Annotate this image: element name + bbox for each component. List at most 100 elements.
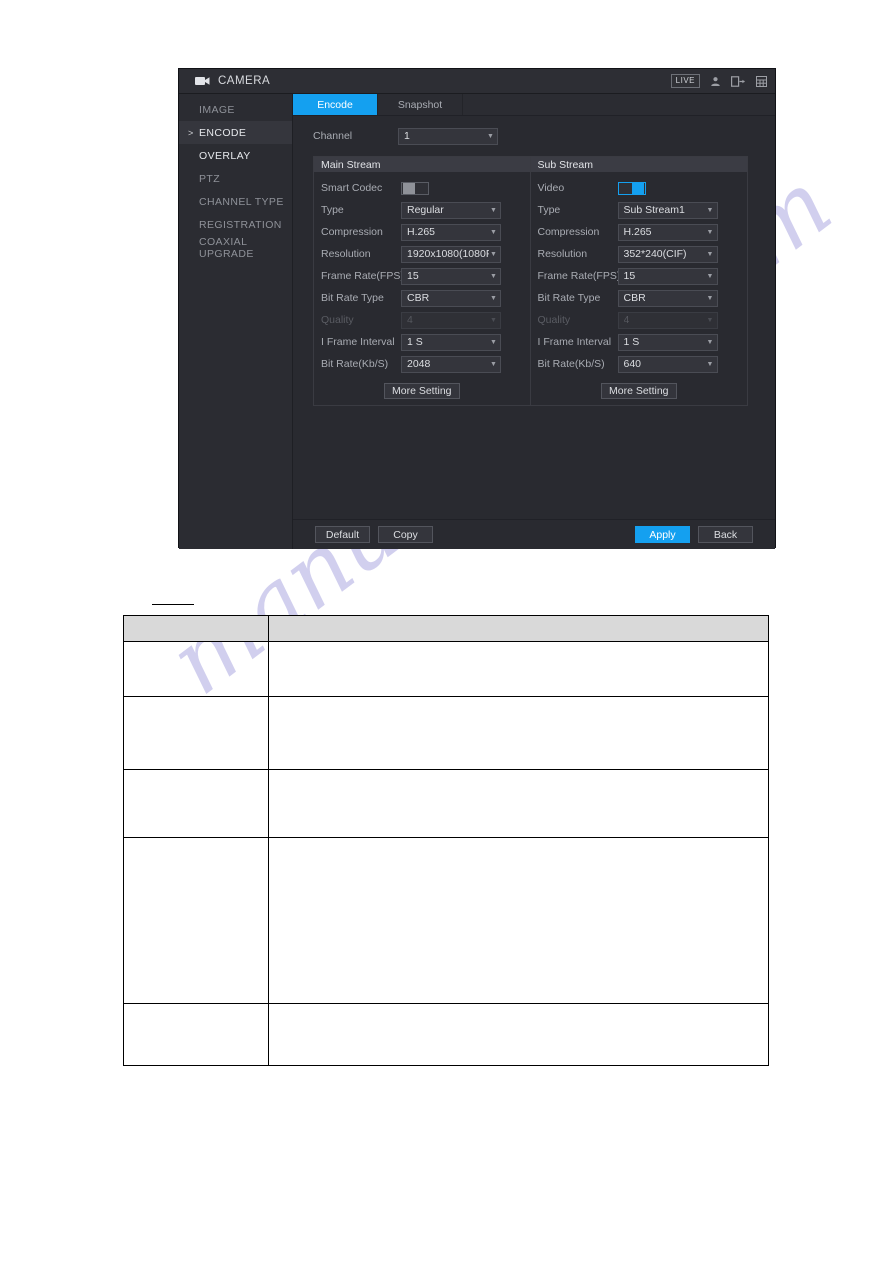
chevron-down-icon: ▼ xyxy=(490,272,497,280)
sidebar-item-label: COAXIAL UPGRADE xyxy=(199,235,254,260)
sub-type-select[interactable]: Sub Stream1 ▼ xyxy=(617,201,718,219)
sidebar-item-ptz[interactable]: PTZ xyxy=(179,167,292,190)
sub-compression-select[interactable]: H.265 ▼ xyxy=(617,223,718,241)
tab-snapshot[interactable]: Snapshot xyxy=(378,94,463,115)
main-bit-rate-type-select[interactable]: CBR ▼ xyxy=(401,289,501,307)
chevron-down-icon: ▼ xyxy=(706,206,714,214)
chevron-down-icon: ▼ xyxy=(706,250,714,258)
main-bit-rate-row: Bit Rate(Kb/S) 2048 ▼ xyxy=(314,353,530,375)
main-bit-rate-type-value: CBR xyxy=(407,292,430,304)
channel-select[interactable]: 1 ▼ xyxy=(398,127,498,145)
window-body: IMAGE > ENCODE OVERLAY PTZ CHANNEL TYPE … xyxy=(179,94,775,549)
main-resolution-value: 1920x1080(1080P) xyxy=(407,248,489,260)
table-cell-parameter xyxy=(123,769,269,838)
caption-rule xyxy=(152,604,194,605)
sub-stream-fields: Video Type Sub Stream1 ▼ Compression H.2… xyxy=(531,172,748,405)
chevron-down-icon: ▼ xyxy=(706,360,714,368)
sub-resolution-select[interactable]: 352*240(CIF) ▼ xyxy=(617,245,718,263)
main-type-select[interactable]: Regular ▼ xyxy=(401,201,501,219)
camera-settings-window: CAMERA LIVE IMAGE > ENCODE OVERLAY PTZ C… xyxy=(178,68,776,549)
copy-button[interactable]: Copy xyxy=(378,526,433,543)
main-compression-select[interactable]: H.265 ▼ xyxy=(401,223,501,241)
sidebar-item-coaxial-upgrade[interactable]: COAXIAL UPGRADE xyxy=(179,235,292,260)
table-cell-description xyxy=(268,641,769,697)
main-more-setting-button[interactable]: More Setting xyxy=(383,383,460,399)
table-row xyxy=(123,769,769,838)
sidebar-item-label: IMAGE xyxy=(199,103,235,116)
main-frame-rate-select[interactable]: 15 ▼ xyxy=(401,267,501,285)
sub-quality-row: Quality 4 ▼ xyxy=(531,309,748,331)
chevron-down-icon: ▼ xyxy=(490,294,497,302)
main-bit-rate-type-row: Bit Rate Type CBR ▼ xyxy=(314,287,530,309)
tab-encode[interactable]: Encode xyxy=(293,94,378,115)
sub-bit-rate-select[interactable]: 640 ▼ xyxy=(617,355,718,373)
chevron-down-icon: ▼ xyxy=(490,206,497,214)
main-more-setting-row: More Setting xyxy=(314,375,530,399)
sidebar-item-channel-type[interactable]: CHANNEL TYPE xyxy=(179,190,292,213)
chevron-down-icon: ▼ xyxy=(706,338,714,346)
main-frame-rate-value: 15 xyxy=(407,270,419,282)
sub-compression-value: H.265 xyxy=(623,226,652,238)
table-row xyxy=(123,1003,769,1066)
main-stream-panel: Main Stream Smart Codec Type Regular ▼ C… xyxy=(314,157,531,405)
tab-label: Snapshot xyxy=(397,98,443,111)
main-quality-row: Quality 4 ▼ xyxy=(314,309,530,331)
channel-label: Channel xyxy=(313,130,353,142)
chevron-down-icon: ▼ xyxy=(487,132,494,140)
chevron-down-icon: ▼ xyxy=(490,360,497,368)
chevron-down-icon: ▼ xyxy=(490,338,497,346)
tab-bar: Encode Snapshot xyxy=(293,94,775,116)
main-bit-rate-select[interactable]: 2048 ▼ xyxy=(401,355,501,373)
sub-bit-rate-type-value: CBR xyxy=(623,292,646,304)
main-type-label: Type xyxy=(321,204,344,216)
sidebar-item-overlay[interactable]: OVERLAY xyxy=(179,144,292,167)
main-smart-codec-toggle[interactable] xyxy=(401,181,429,195)
user-icon[interactable] xyxy=(710,76,721,87)
sub-stream-header: Sub Stream xyxy=(530,157,747,172)
encode-panel: Channel 1 ▼ Main Stream Smart Codec Type… xyxy=(293,116,775,519)
main-bit-rate-value: 2048 xyxy=(407,358,431,370)
sidebar-item-registration[interactable]: REGISTRATION xyxy=(179,213,292,236)
table-cell-parameter xyxy=(123,837,269,1004)
sub-more-setting-row: More Setting xyxy=(531,375,748,399)
channel-row: Channel 1 ▼ xyxy=(313,125,755,147)
titlebar-right-group: LIVE xyxy=(670,74,767,88)
back-button[interactable]: Back xyxy=(698,526,753,543)
sub-type-value: Sub Stream1 xyxy=(623,204,685,216)
sub-more-setting-button[interactable]: More Setting xyxy=(600,383,677,399)
main-i-frame-interval-select[interactable]: 1 S ▼ xyxy=(401,333,501,351)
main-stream-header: Main Stream xyxy=(314,157,530,172)
sub-video-toggle[interactable] xyxy=(617,181,646,195)
sub-i-frame-interval-label: I Frame Interval xyxy=(537,336,612,348)
main-compression-value: H.265 xyxy=(407,226,436,238)
main-bit-rate-type-label: Bit Rate Type xyxy=(321,292,384,304)
settings-sidebar: IMAGE > ENCODE OVERLAY PTZ CHANNEL TYPE … xyxy=(179,94,293,549)
main-frame-rate-label: Frame Rate(FPS) xyxy=(321,270,404,282)
sub-bit-rate-type-select[interactable]: CBR ▼ xyxy=(617,289,718,307)
sidebar-item-label: CHANNEL TYPE xyxy=(199,195,284,208)
shutdown-grid-icon[interactable] xyxy=(756,75,767,87)
apply-button[interactable]: Apply xyxy=(635,526,690,543)
sidebar-item-image[interactable]: IMAGE xyxy=(179,98,292,121)
sidebar-item-encode[interactable]: > ENCODE xyxy=(179,121,292,144)
table-cell-parameter xyxy=(123,1003,269,1066)
main-i-frame-interval-value: 1 S xyxy=(407,336,423,348)
sub-frame-rate-select[interactable]: 15 ▼ xyxy=(617,267,718,285)
logout-icon[interactable] xyxy=(731,75,746,87)
channel-select-value: 1 xyxy=(404,130,410,142)
sub-compression-row: Compression H.265 ▼ xyxy=(531,221,748,243)
titlebar-left-group: CAMERA xyxy=(195,75,270,87)
main-resolution-row: Resolution 1920x1080(1080P) ▼ xyxy=(314,243,530,265)
table-cell-parameter xyxy=(123,696,269,770)
main-resolution-select[interactable]: 1920x1080(1080P) ▼ xyxy=(401,245,501,263)
chevron-down-icon: ▼ xyxy=(706,294,714,302)
live-badge[interactable]: LIVE xyxy=(670,74,700,88)
sub-type-row: Type Sub Stream1 ▼ xyxy=(531,199,748,221)
main-smart-codec-row: Smart Codec xyxy=(314,177,530,199)
main-type-value: Regular xyxy=(407,204,444,216)
sub-i-frame-interval-select[interactable]: 1 S ▼ xyxy=(617,333,718,351)
stream-panels: Main Stream Smart Codec Type Regular ▼ C… xyxy=(313,156,748,406)
sub-frame-rate-value: 15 xyxy=(623,270,636,282)
default-button[interactable]: Default xyxy=(315,526,370,543)
toggle-knob xyxy=(403,182,415,194)
